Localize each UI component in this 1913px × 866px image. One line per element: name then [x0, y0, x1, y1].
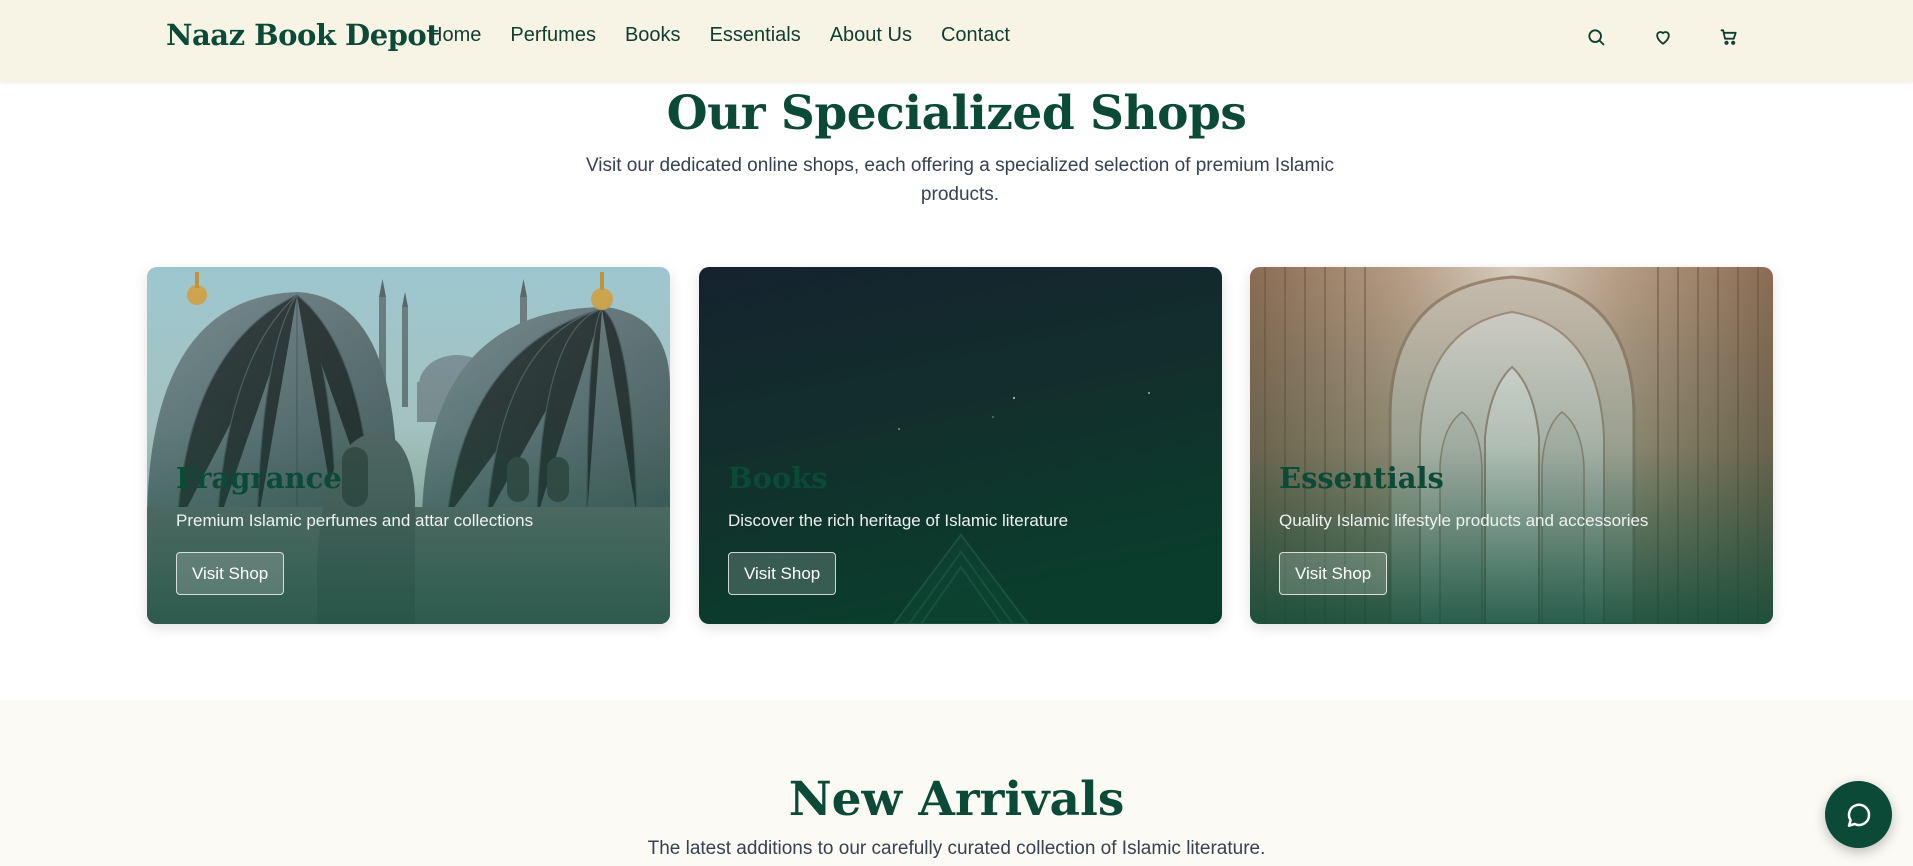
shop-card-fragrance[interactable]: Fragrance Premium Islamic perfumes and a…: [147, 267, 670, 624]
card-title: Fragrance: [176, 461, 342, 495]
nav-perfumes[interactable]: Perfumes: [510, 24, 596, 47]
shop-card-essentials[interactable]: Essentials Quality Islamic lifestyle pro…: [1250, 267, 1773, 624]
visit-shop-button[interactable]: Visit Shop: [176, 552, 285, 595]
visit-shop-button[interactable]: Visit Shop: [1279, 552, 1388, 595]
card-title: Essentials: [1279, 461, 1444, 495]
card-description: Quality Islamic lifestyle products and a…: [1279, 511, 1649, 530]
shop-card-books[interactable]: Books Discover the rich heritage of Isla…: [699, 267, 1222, 624]
shops-subtitle: Visit our dedicated online shops, each o…: [585, 155, 1335, 205]
new-arrivals-subtitle: The latest additions to our carefully cu…: [647, 838, 1266, 859]
visit-shop-button[interactable]: Visit Shop: [728, 552, 837, 595]
nav-books[interactable]: Books: [625, 24, 681, 47]
search-icon[interactable]: [1583, 24, 1609, 50]
card-description: Discover the rich heritage of Islamic li…: [728, 511, 1069, 530]
chat-bubble-icon: [1847, 803, 1870, 827]
heart-icon[interactable]: [1650, 24, 1676, 50]
nav-home[interactable]: Home: [428, 24, 481, 47]
nav-essentials[interactable]: Essentials: [710, 24, 801, 47]
card-description: Premium Islamic perfumes and attar colle…: [176, 511, 534, 530]
nav-contact[interactable]: Contact: [941, 24, 1010, 47]
nav-about-us[interactable]: About Us: [830, 24, 912, 47]
card-title: Books: [728, 461, 828, 495]
main-nav: Home Perfumes Books Essentials About Us …: [428, 24, 1039, 47]
chat-button[interactable]: [1825, 781, 1892, 848]
cart-icon[interactable]: [1716, 24, 1742, 50]
new-arrivals-title: New Arrivals: [788, 772, 1125, 827]
site-logo[interactable]: Naaz Book Depot: [166, 18, 440, 52]
shops-title: Our Specialized Shops: [666, 86, 1247, 141]
site-header: Naaz Book Depot Home Perfumes Books Esse…: [0, 0, 1913, 82]
